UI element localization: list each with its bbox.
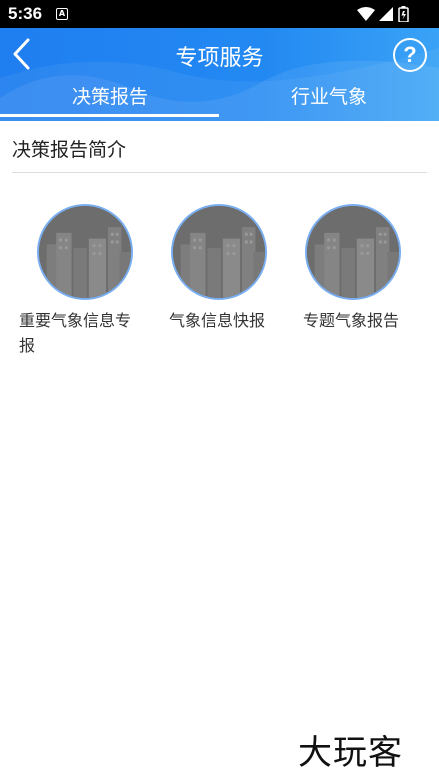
status-bar: 5:36 A: [0, 0, 439, 28]
status-indicators: [357, 6, 409, 22]
wifi-icon: [357, 7, 375, 21]
city-skyline-icon: [37, 204, 133, 300]
section-divider: [12, 172, 427, 173]
service-item-weather-bulletin[interactable]: 气象信息快报: [153, 204, 286, 333]
city-skyline-icon: [171, 204, 267, 300]
service-label: 气象信息快报: [168, 311, 265, 330]
service-label: 重要气象信息专报: [19, 311, 132, 355]
active-tab-indicator: [0, 114, 219, 117]
service-item-special-weather-report[interactable]: 专题气象报告: [287, 204, 420, 333]
watermark-logo: 大玩客: [298, 733, 403, 773]
service-item-important-weather-report[interactable]: 重要气象信息专报: [19, 204, 152, 358]
app-header: 专项服务 ? 决策报告 行业气象: [0, 28, 439, 121]
notification-a-icon: A: [56, 8, 68, 20]
status-time: 5:36: [8, 4, 43, 23]
help-circle-icon: ?: [403, 42, 417, 67]
page-title: 专项服务: [175, 46, 264, 71]
signal-icon: [379, 7, 393, 21]
help-button[interactable]: ?: [393, 38, 427, 72]
tab-industry-weather[interactable]: 行业气象: [219, 80, 439, 120]
section-title: 决策报告简介: [12, 139, 127, 161]
service-label: 专题气象报告: [302, 311, 399, 330]
city-skyline-icon: [305, 204, 401, 300]
